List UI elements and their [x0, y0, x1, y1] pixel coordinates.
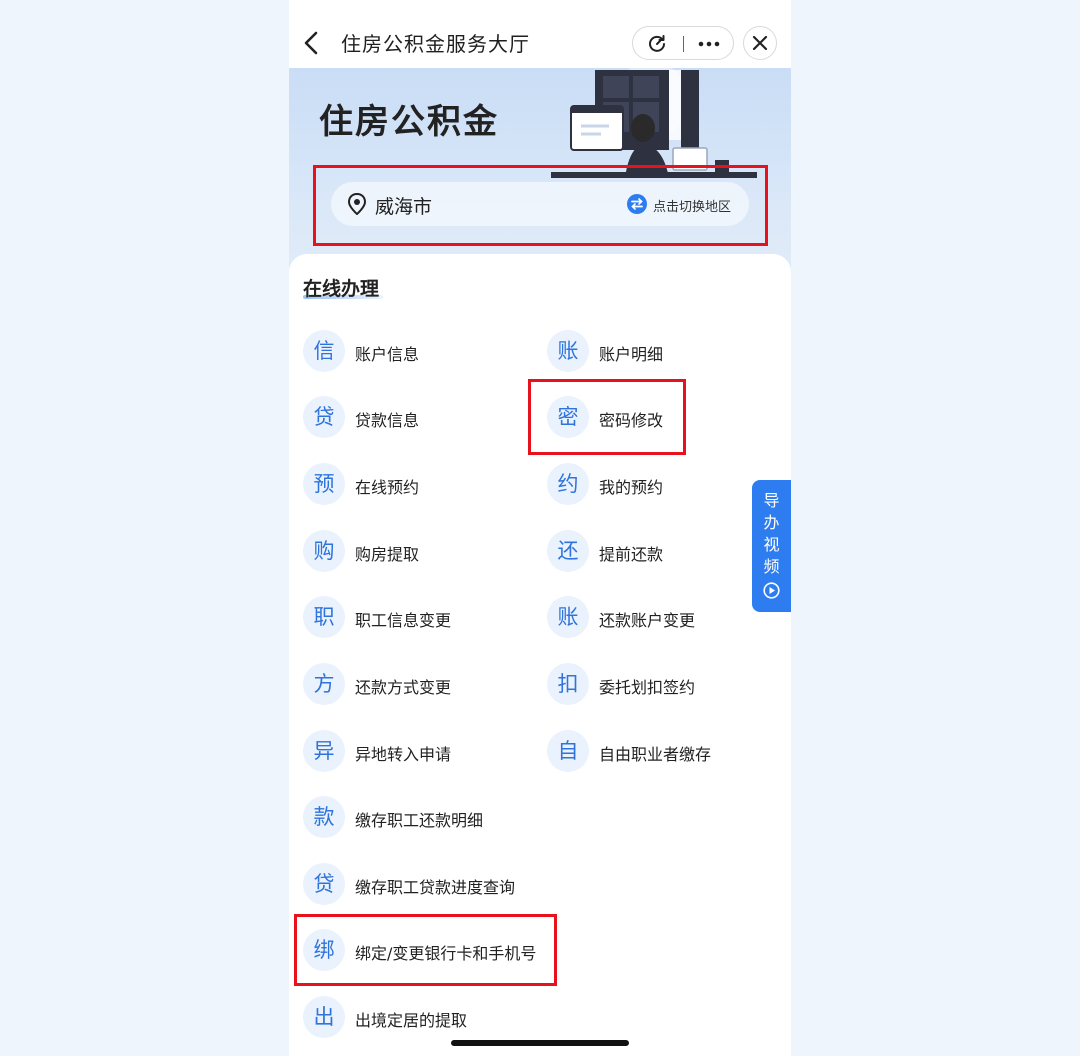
service-badge: 还 — [547, 530, 589, 572]
service-badge: 职 — [303, 596, 345, 638]
banner-title: 住房公积金 — [319, 102, 499, 142]
region-selector[interactable]: 威海市 点击切换地区 — [331, 182, 749, 226]
guide-char: 频 — [763, 557, 780, 576]
mini-program-capsule — [632, 26, 734, 60]
service-label: 提前还款 — [599, 545, 664, 564]
service-label: 账户信息 — [355, 345, 420, 364]
service-label: 贷款信息 — [355, 411, 420, 430]
service-badge: 预 — [303, 463, 345, 505]
service-badge: 账 — [547, 596, 589, 638]
guide-video-tab[interactable]: 导 办 视 频 — [752, 480, 791, 612]
refresh-icon[interactable] — [647, 34, 667, 54]
service-repayment-details[interactable]: 款 缴存职工还款明细 — [303, 796, 603, 840]
service-label: 绑定/变更银行卡和手机号 — [355, 944, 537, 963]
current-city: 威海市 — [375, 196, 433, 218]
service-badge: 自 — [547, 730, 589, 772]
chevron-left-icon[interactable] — [301, 30, 323, 56]
capsule-divider — [683, 36, 684, 52]
service-label: 还款方式变更 — [355, 678, 452, 697]
service-label: 自由职业者缴存 — [599, 745, 712, 764]
home-indicator — [451, 1040, 629, 1046]
service-loan-info[interactable]: 贷 贷款信息 — [303, 396, 503, 440]
service-repayment-method-change[interactable]: 方 还款方式变更 — [303, 663, 503, 707]
service-badge: 账 — [547, 330, 589, 372]
service-label: 购房提取 — [355, 545, 420, 564]
service-badge: 绑 — [303, 929, 345, 971]
service-badge: 方 — [303, 663, 345, 705]
service-label: 我的预约 — [599, 478, 664, 497]
service-badge: 扣 — [547, 663, 589, 705]
guide-char: 导 — [763, 491, 780, 510]
service-badge: 信 — [303, 330, 345, 372]
service-badge: 贷 — [303, 396, 345, 438]
service-badge: 出 — [303, 996, 345, 1038]
online-services-panel: 在线办理 信 账户信息 账 账户明细 贷 贷款信息 密 密码修改 预 在线预约 … — [289, 254, 791, 1056]
service-emigration-withdrawal[interactable]: 出 出境定居的提取 — [303, 996, 603, 1040]
service-transfer-in-application[interactable]: 异 异地转入申请 — [303, 730, 503, 774]
phone-screen: 住房公积金服务大厅 住房公积金 威海市 点击切换地区 在线办理 信 账户信息 账… — [289, 0, 791, 1056]
service-badge: 款 — [303, 796, 345, 838]
service-badge: 密 — [547, 396, 589, 438]
service-loan-progress-query[interactable]: 贷 缴存职工贷款进度查询 — [303, 863, 603, 907]
service-label: 缴存职工还款明细 — [355, 811, 484, 830]
service-badge: 约 — [547, 463, 589, 505]
service-house-purchase-withdrawal[interactable]: 购 购房提取 — [303, 530, 503, 574]
service-account-info[interactable]: 信 账户信息 — [303, 330, 503, 374]
service-label: 还款账户变更 — [599, 611, 696, 630]
service-label: 出境定居的提取 — [355, 1011, 468, 1030]
map-pin-icon — [347, 193, 367, 215]
service-label: 异地转入申请 — [355, 745, 452, 764]
service-badge: 异 — [303, 730, 345, 772]
service-bind-bank-card-phone[interactable]: 绑 绑定/变更银行卡和手机号 — [303, 929, 603, 973]
service-label: 职工信息变更 — [355, 611, 452, 630]
service-my-bookings[interactable]: 约 我的预约 — [547, 463, 747, 507]
service-label: 账户明细 — [599, 345, 664, 364]
service-auto-debit-agreement[interactable]: 扣 委托划扣签约 — [547, 663, 747, 707]
service-label: 缴存职工贷款进度查询 — [355, 878, 516, 897]
guide-char: 视 — [763, 535, 780, 554]
service-online-booking[interactable]: 预 在线预约 — [303, 463, 503, 507]
service-change-password[interactable]: 密 密码修改 — [547, 396, 747, 440]
service-badge: 购 — [303, 530, 345, 572]
service-repayment-account-change[interactable]: 账 还款账户变更 — [547, 596, 747, 640]
close-icon — [752, 35, 768, 51]
service-badge: 贷 — [303, 863, 345, 905]
banner: 住房公积金 威海市 点击切换地区 — [289, 68, 791, 278]
section-title: 在线办理 — [303, 278, 380, 300]
more-dots-icon[interactable] — [695, 34, 723, 54]
office-worker-illustration — [551, 68, 757, 178]
service-label: 密码修改 — [599, 411, 664, 430]
close-button[interactable] — [743, 26, 777, 60]
guide-video-label: 导 办 视 频 — [752, 490, 791, 578]
service-freelancer-deposit[interactable]: 自 自由职业者缴存 — [547, 730, 747, 774]
play-circle-icon — [763, 582, 780, 599]
switch-region-label: 点击切换地区 — [653, 200, 732, 215]
service-label: 在线预约 — [355, 478, 420, 497]
nav-bar: 住房公积金服务大厅 — [289, 0, 791, 68]
service-account-details[interactable]: 账 账户明细 — [547, 330, 747, 374]
service-employee-info-change[interactable]: 职 职工信息变更 — [303, 596, 503, 640]
service-label: 委托划扣签约 — [599, 678, 696, 697]
guide-char: 办 — [763, 513, 780, 532]
service-early-repayment[interactable]: 还 提前还款 — [547, 530, 747, 574]
swap-arrows-icon — [627, 194, 647, 214]
nav-title: 住房公积金服务大厅 — [341, 32, 530, 56]
